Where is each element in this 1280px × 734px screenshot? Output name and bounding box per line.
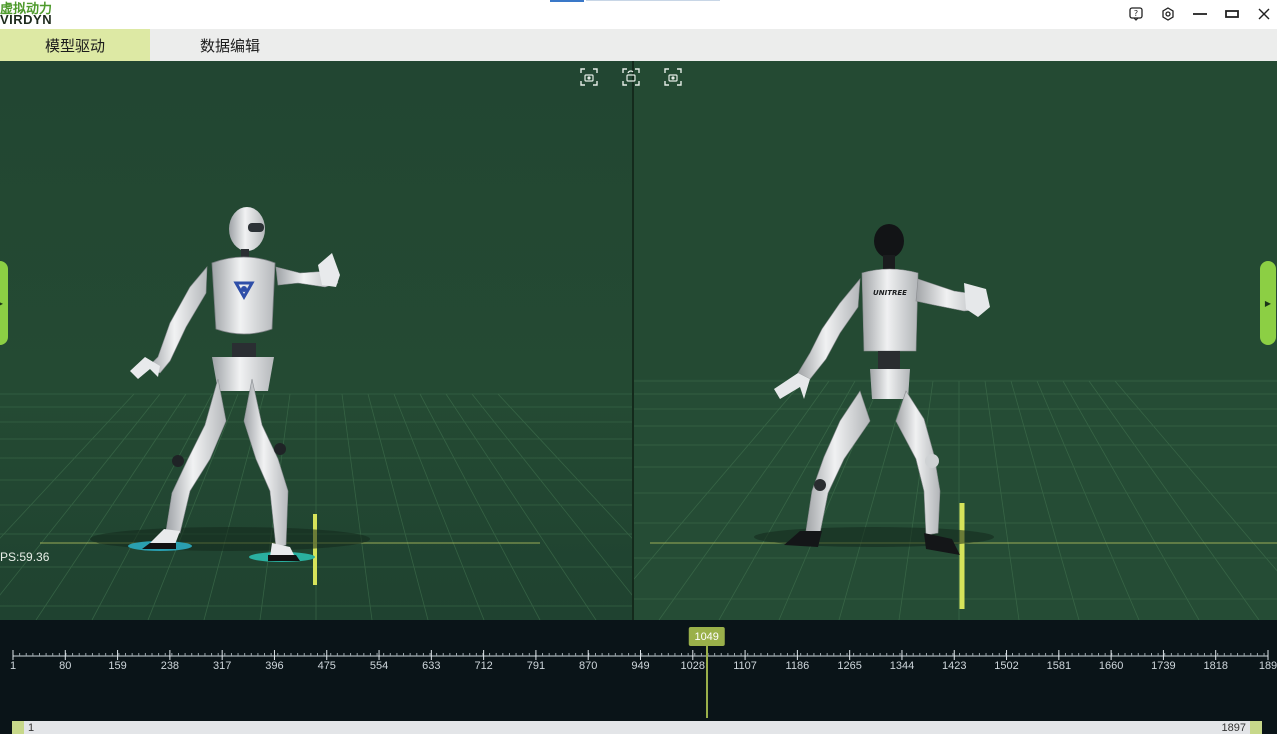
camera-snapshot-icon [664, 68, 682, 86]
chevron-right-icon: ▶ [1264, 298, 1272, 308]
snapshot-right-button[interactable] [662, 66, 684, 88]
camera-sync-icon [622, 68, 640, 86]
playhead-line[interactable] [705, 646, 708, 718]
settings-button[interactable] [1152, 0, 1184, 28]
maximize-button[interactable] [1216, 0, 1248, 28]
frame-range-bar[interactable]: 1 1897 [12, 721, 1262, 734]
ruler-tick-label: 1660 [1098, 660, 1124, 672]
ruler-tick-label: 159 [108, 660, 127, 672]
ruler-tick-label: 791 [526, 660, 546, 672]
tab-bar: 模型驱动 数据编辑 [0, 29, 1277, 61]
ruler-tick-label: 1739 [1151, 660, 1176, 672]
tab-data-edit[interactable]: 数据编辑 [150, 29, 310, 61]
fps-readout: PS:59.36 [0, 550, 50, 564]
title-accent-line [586, 0, 720, 1]
ruler-tick-label: 80 [59, 660, 72, 672]
unitree-brand-text: UNITREE [873, 289, 907, 297]
ruler-tick-label: 1 [9, 660, 17, 672]
ruler-tick-label: 712 [474, 660, 493, 672]
title-accent-mark [550, 0, 584, 2]
ruler-tick-label: 1028 [680, 660, 706, 672]
right-panel-toggle[interactable]: ▶ [1260, 261, 1276, 345]
logo-text-en: VIRDYN [0, 12, 53, 27]
window-controls: ? [1120, 0, 1280, 28]
left-panel-toggle[interactable]: ▶ [0, 261, 8, 345]
timeline[interactable]: 1 80 159 238 317 396 475 554 633 712 791 870 949 1028… [0, 620, 1277, 734]
app-window: 虚拟动力 VIRDYN ? 模型驱动 数据编辑 PS:59.36 UNITREE… [0, 0, 1280, 734]
ruler-tick-label: 633 [422, 660, 441, 672]
viewport-toolbar [578, 66, 698, 90]
close-icon [1258, 8, 1270, 20]
scene-left [0, 61, 632, 620]
range-end-label: 1897 [1221, 722, 1246, 734]
ruler-tick-label: 554 [369, 660, 389, 672]
gear-icon [1162, 7, 1174, 21]
range-start-handle[interactable] [12, 721, 24, 734]
viewport-right[interactable]: UNITREE [634, 61, 1277, 620]
ruler-tick-label: 870 [579, 660, 598, 672]
snapshot-left-button[interactable] [578, 66, 600, 88]
range-start-label: 1 [28, 722, 35, 734]
ruler-tick-label: 238 [160, 660, 180, 672]
ruler-tick-label: 317 [212, 660, 232, 672]
viewport-area: PS:59.36 UNITREE ▶ [0, 61, 1277, 620]
ruler-tick-label: 1818 [1203, 660, 1228, 672]
svg-text:?: ? [1134, 9, 1138, 18]
ruler-tick-label: 1344 [889, 660, 915, 672]
close-button[interactable] [1248, 0, 1280, 28]
ruler-tick-label: 1581 [1046, 660, 1072, 672]
viewport-left[interactable]: PS:59.36 [0, 61, 632, 620]
ruler-tick-label: 1423 [942, 660, 967, 672]
camera-snapshot-icon [580, 68, 598, 86]
sync-camera-button[interactable] [620, 66, 642, 88]
title-bar: 虚拟动力 VIRDYN ? [0, 0, 1280, 29]
ruler-tick-label: 1265 [837, 660, 862, 672]
ruler-tick-label: 396 [265, 660, 284, 672]
ruler-tick-label: 949 [631, 660, 650, 672]
ruler-tick-label: 1186 [785, 660, 810, 672]
chevron-right-icon: ▶ [0, 299, 3, 308]
minimize-button[interactable] [1184, 0, 1216, 28]
app-logo: 虚拟动力 VIRDYN [0, 0, 70, 28]
tab-model-drive[interactable]: 模型驱动 [0, 29, 150, 61]
help-icon: ? [1129, 7, 1143, 21]
ruler-tick-label: 189 [1258, 660, 1278, 672]
range-end-handle[interactable] [1250, 721, 1262, 734]
maximize-icon [1225, 10, 1239, 18]
scene-right: UNITREE [634, 61, 1277, 620]
help-button[interactable]: ? [1120, 0, 1152, 28]
ruler-tick-label: 1502 [994, 660, 1019, 672]
ruler-tick-label: 475 [317, 660, 336, 672]
ruler-tick-label: 1107 [733, 660, 757, 672]
playhead-frame-badge[interactable]: 1049 [688, 627, 725, 646]
minimize-icon [1193, 13, 1207, 15]
